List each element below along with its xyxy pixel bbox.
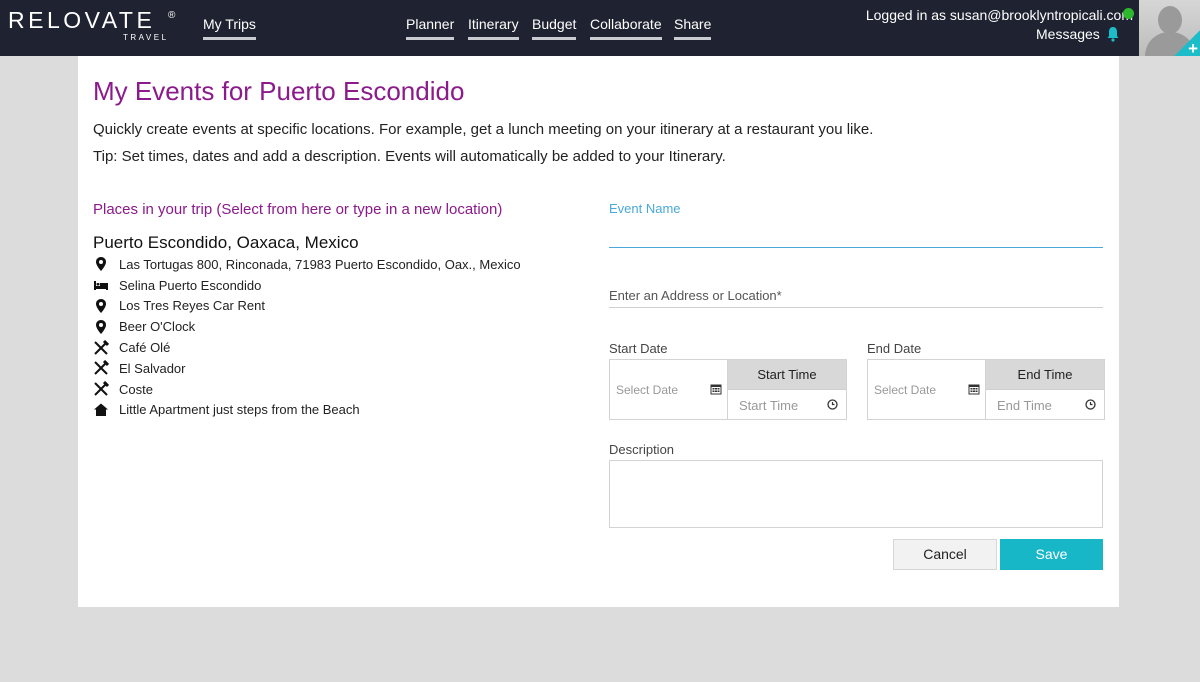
- clock-icon[interactable]: [1085, 399, 1096, 410]
- place-label: Coste: [119, 381, 153, 397]
- home-icon: [94, 403, 108, 416]
- logo-text: RELOVATE: [8, 7, 156, 33]
- place-label: Café Olé: [119, 340, 171, 356]
- map-pin-icon: [96, 257, 106, 272]
- event-name-label: Event Name: [609, 201, 681, 216]
- end-date-placeholder: Select Date: [874, 383, 937, 397]
- add-avatar-button[interactable]: +: [1174, 30, 1200, 58]
- place-label: Selina Puerto Escondido: [119, 277, 262, 293]
- nav-my-trips[interactable]: My Trips: [203, 16, 256, 40]
- place-item[interactable]: El Salvador: [93, 358, 521, 379]
- end-datetime-group: Select Date End Time End Time: [867, 359, 1105, 420]
- page-title: My Events for Puerto Escondido: [93, 76, 465, 106]
- place-label: Little Apartment just steps from the Bea…: [119, 402, 360, 418]
- utensils-icon: [94, 381, 109, 396]
- top-navigation-bar: RELOVATE ® TRAVEL My Trips Planner Itine…: [0, 0, 1200, 58]
- place-label: Beer O'Clock: [119, 319, 196, 335]
- description-label: Description: [609, 442, 675, 457]
- messages-link[interactable]: Messages: [1036, 26, 1100, 42]
- nav-collaborate[interactable]: Collaborate: [590, 16, 662, 40]
- place-item[interactable]: Coste: [93, 379, 521, 400]
- trip-city: Puerto Escondido, Oaxaca, Mexico: [93, 233, 359, 252]
- bed-icon: [94, 281, 108, 291]
- end-date-picker[interactable]: Select Date: [868, 360, 986, 419]
- tip-text: Tip: Set times, dates and add a descript…: [93, 148, 726, 165]
- nav-planner[interactable]: Planner: [406, 16, 455, 40]
- utensils-icon: [94, 360, 109, 376]
- start-date-label: Start Date: [609, 341, 668, 356]
- nav-share[interactable]: Share: [674, 16, 712, 40]
- cancel-button[interactable]: Cancel: [893, 539, 997, 570]
- nav-itinerary[interactable]: Itinerary: [468, 16, 519, 40]
- place-item[interactable]: Café Olé: [93, 337, 521, 358]
- logged-in-status-text: Logged in as susan@brooklyntropicali.com: [865, 7, 1133, 23]
- map-pin-icon: [96, 298, 106, 313]
- places-heading: Places in your trip (Select from here or…: [93, 201, 503, 218]
- plus-icon: +: [1188, 39, 1198, 58]
- place-label: Los Tres Reyes Car Rent: [119, 298, 265, 314]
- places-list: Las Tortugas 800, Rinconada, 71983 Puert…: [93, 254, 521, 420]
- place-label: Las Tortugas 800, Rinconada, 71983 Puert…: [119, 256, 521, 272]
- calendar-icon[interactable]: [710, 383, 722, 395]
- end-time-header: End Time: [986, 360, 1104, 390]
- event-name-input[interactable]: [609, 247, 1103, 248]
- relovate-logo[interactable]: RELOVATE ® TRAVEL: [8, 7, 176, 44]
- place-item[interactable]: Selina Puerto Escondido: [93, 275, 521, 296]
- logo-subtitle: TRAVEL: [123, 33, 169, 42]
- description-textarea[interactable]: [609, 460, 1103, 528]
- place-item[interactable]: Los Tres Reyes Car Rent: [93, 296, 521, 317]
- start-date-placeholder: Select Date: [616, 383, 679, 397]
- events-card: My Events for Puerto Escondido Quickly c…: [78, 56, 1119, 607]
- utensils-icon: [94, 339, 109, 355]
- place-item[interactable]: Little Apartment just steps from the Bea…: [93, 400, 521, 421]
- place-label: El Salvador: [119, 360, 186, 376]
- end-date-label: End Date: [867, 341, 922, 356]
- start-date-picker[interactable]: Select Date: [610, 360, 728, 419]
- end-time-input[interactable]: End Time: [997, 398, 1052, 413]
- intro-text: Quickly create events at specific locati…: [93, 121, 874, 138]
- save-button[interactable]: Save: [1000, 539, 1103, 570]
- clock-icon[interactable]: [827, 399, 838, 410]
- logo-registered-mark: ®: [168, 10, 176, 21]
- online-status-dot: [1123, 8, 1134, 19]
- place-item[interactable]: Beer O'Clock: [93, 316, 521, 337]
- calendar-icon[interactable]: [968, 383, 980, 395]
- place-item[interactable]: Las Tortugas 800, Rinconada, 71983 Puert…: [93, 254, 521, 275]
- bell-icon[interactable]: [1106, 26, 1120, 42]
- start-time-input[interactable]: Start Time: [739, 398, 798, 413]
- start-datetime-group: Select Date Start Time Start Time: [609, 359, 847, 420]
- nav-budget[interactable]: Budget: [532, 16, 577, 40]
- address-input[interactable]: [609, 284, 1103, 308]
- start-time-header: Start Time: [728, 360, 846, 390]
- map-pin-icon: [96, 319, 106, 334]
